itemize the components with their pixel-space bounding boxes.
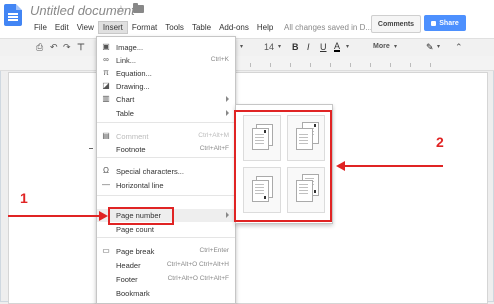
step-one-arrow bbox=[8, 215, 100, 217]
font-size-dropdown-icon[interactable]: ▾ bbox=[278, 42, 281, 52]
insert-menu-item-footnote[interactable]: Footnote Ctrl+Alt+F bbox=[97, 143, 235, 156]
menu-item-shortcut: Ctrl+Alt+O Ctrl+Alt+H bbox=[166, 261, 229, 268]
menu-item-label: Link... bbox=[116, 56, 137, 65]
insert-menu: ▣ Image... ∞ Link... Ctrl+K π Equation... ◪ Draw… bbox=[96, 36, 236, 304]
menu-item-shortcut: Ctrl+Alt+F bbox=[199, 145, 229, 152]
step-two-arrowhead bbox=[336, 161, 345, 171]
insert-menu-item-comment: ▤ Comment Ctrl+Alt+M bbox=[97, 130, 235, 143]
lock-icon bbox=[431, 20, 437, 26]
page-number-highlight-box bbox=[108, 207, 174, 225]
insert-menu-item-chart[interactable]: ▥ Chart bbox=[97, 93, 235, 106]
folder-icon[interactable] bbox=[133, 3, 144, 13]
paint-format-icon[interactable]: ⊤ bbox=[77, 42, 85, 52]
equation-icon: π bbox=[103, 68, 109, 77]
text-color-icon[interactable]: A bbox=[334, 42, 341, 52]
save-status[interactable]: All changes saved in D... bbox=[284, 23, 372, 32]
menu-separator bbox=[97, 122, 235, 123]
insert-menu-item-special-characters[interactable]: Ω Special characters... bbox=[97, 165, 235, 178]
redo-icon[interactable]: ↷ bbox=[63, 42, 71, 52]
print-icon[interactable]: ⎙ bbox=[36, 42, 43, 52]
share-label: Share bbox=[439, 19, 459, 27]
underline-icon[interactable]: U bbox=[320, 42, 327, 52]
text-color-dropdown-icon[interactable]: ▾ bbox=[346, 42, 349, 52]
insert-menu-item-footer[interactable]: Footer Ctrl+Alt+O Ctrl+Alt+F bbox=[97, 273, 235, 286]
more-dropdown-icon[interactable]: ▾ bbox=[394, 42, 397, 52]
menu-item-label: Footer bbox=[116, 275, 138, 284]
font-dropdown-arrow-icon[interactable]: ▾ bbox=[240, 42, 243, 52]
pen-dropdown-icon[interactable]: ▾ bbox=[437, 42, 440, 52]
insert-menu-item-equation[interactable]: π Equation... bbox=[97, 67, 235, 80]
more-button[interactable]: More bbox=[373, 42, 390, 52]
insert-menu-item-image[interactable]: ▣ Image... bbox=[97, 41, 235, 54]
menu-item-label: Table bbox=[116, 109, 134, 118]
text-cursor bbox=[89, 148, 93, 149]
comments-button[interactable]: Comments bbox=[371, 15, 421, 33]
menu-item-shortcut: Ctrl+K bbox=[210, 56, 229, 63]
menu-file[interactable]: File bbox=[30, 22, 51, 34]
collapse-icon[interactable]: ⌃ bbox=[455, 42, 463, 52]
step-one-arrowhead bbox=[99, 211, 108, 221]
menu-item-label: Page break bbox=[116, 247, 155, 256]
menu-table[interactable]: Table bbox=[188, 22, 215, 34]
insert-menu-item-table[interactable]: Table bbox=[97, 107, 235, 120]
star-icon[interactable]: ☆ bbox=[116, 3, 126, 16]
share-button[interactable]: Share bbox=[424, 15, 466, 31]
insert-menu-item-drawing[interactable]: ◪ Drawing... bbox=[97, 80, 235, 93]
menu-separator bbox=[97, 195, 235, 196]
menu-item-shortcut: Ctrl+Alt+M bbox=[198, 132, 229, 139]
menu-edit[interactable]: Edit bbox=[51, 22, 73, 34]
step-two-label: 2 bbox=[436, 134, 444, 150]
toolbar: ⎙ ↶ ↷ ⊤ ▾ 14 ▾ B I U A ▾ More ▾ ✎ ▾ ⌃ bbox=[0, 38, 494, 57]
undo-icon[interactable]: ↶ bbox=[50, 42, 58, 52]
submenu-arrow-icon bbox=[226, 96, 229, 102]
step-two-arrow bbox=[345, 165, 443, 167]
italic-icon[interactable]: I bbox=[307, 42, 310, 52]
menu-item-label: Special characters... bbox=[116, 167, 184, 176]
menu-item-shortcut: Ctrl+Alt+O Ctrl+Alt+F bbox=[167, 275, 229, 282]
menu-item-label: Header bbox=[116, 261, 141, 270]
menu-format[interactable]: Format bbox=[128, 22, 161, 34]
horizontal-line-icon: — bbox=[102, 180, 110, 189]
menu-item-label: Horizontal line bbox=[116, 181, 164, 190]
font-size-field[interactable]: 14 bbox=[264, 42, 274, 52]
chart-icon: ▥ bbox=[102, 94, 110, 103]
menu-item-shortcut: Ctrl+Enter bbox=[199, 247, 229, 254]
submenu-arrow-icon bbox=[226, 110, 229, 116]
app-header: Untitled document ☆ File Edit View Inser… bbox=[0, 0, 494, 38]
omega-icon: Ω bbox=[103, 166, 109, 175]
menu-view[interactable]: View bbox=[73, 22, 98, 34]
menu-item-label: Equation... bbox=[116, 69, 152, 78]
google-docs-logo-icon[interactable] bbox=[4, 4, 22, 26]
ruler[interactable] bbox=[0, 56, 494, 71]
menu-item-label: Chart bbox=[116, 95, 135, 104]
menu-item-label: Image... bbox=[116, 43, 144, 52]
image-icon: ▣ bbox=[102, 42, 110, 51]
insert-menu-item-header[interactable]: Header Ctrl+Alt+O Ctrl+Alt+H bbox=[97, 259, 235, 272]
bold-icon[interactable]: B bbox=[292, 42, 299, 52]
insert-menu-item-page-break[interactable]: ▭ Page break Ctrl+Enter bbox=[97, 245, 235, 258]
menu-addons[interactable]: Add-ons bbox=[215, 22, 253, 34]
step-one-label: 1 bbox=[20, 190, 28, 206]
insert-menu-item-horizontal-line[interactable]: — Horizontal line bbox=[97, 179, 235, 192]
menu-item-label: Bookmark bbox=[116, 289, 150, 298]
menu-item-label: Page count bbox=[116, 225, 154, 234]
submenu-arrow-icon bbox=[226, 212, 229, 218]
pen-icon[interactable]: ✎ bbox=[426, 42, 434, 52]
comment-icon: ▤ bbox=[102, 131, 110, 140]
menu-tools[interactable]: Tools bbox=[161, 22, 188, 34]
menu-item-label: Drawing... bbox=[116, 82, 150, 91]
drawing-icon: ◪ bbox=[102, 81, 110, 90]
menu-insert[interactable]: Insert bbox=[97, 21, 128, 34]
menu-separator bbox=[97, 237, 235, 238]
insert-menu-item-bookmark[interactable]: Bookmark bbox=[97, 287, 235, 300]
menu-item-label: Footnote bbox=[116, 145, 146, 154]
submenu-highlight-box bbox=[234, 110, 332, 222]
link-icon: ∞ bbox=[103, 55, 109, 64]
menu-item-label: Comment bbox=[116, 132, 149, 141]
menu-bar: File Edit View Insert Format Tools Table… bbox=[30, 21, 277, 34]
page-break-icon: ▭ bbox=[102, 246, 110, 255]
menu-separator bbox=[97, 157, 235, 158]
insert-menu-item-link[interactable]: ∞ Link... Ctrl+K bbox=[97, 54, 235, 67]
menu-help[interactable]: Help bbox=[253, 22, 277, 34]
